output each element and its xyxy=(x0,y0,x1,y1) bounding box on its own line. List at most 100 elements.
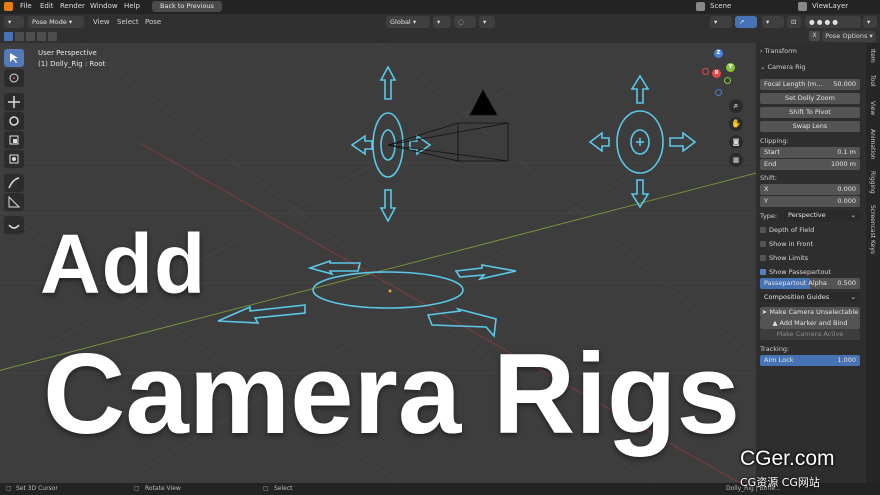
composition-guides-dropdown[interactable]: Composition Guides ⌄ xyxy=(760,292,860,303)
type-value: Perspective xyxy=(788,211,826,219)
shading-toggle[interactable]: ⊡ xyxy=(787,16,801,28)
menu-window[interactable]: Window xyxy=(90,2,118,10)
mode-dropdown[interactable]: Pose Mode ▾ xyxy=(28,16,84,28)
swap-lens-button[interactable]: Swap Lens xyxy=(760,121,860,132)
make-camera-active-button[interactable]: Make Camera Active xyxy=(760,329,860,340)
pan-hand-icon[interactable]: ✋ xyxy=(729,117,743,131)
scale-tool[interactable] xyxy=(4,131,24,149)
gizmo-neg-z-icon[interactable] xyxy=(715,89,722,96)
shift-y-label: Y xyxy=(764,197,768,205)
snap-toggle[interactable]: ◌ xyxy=(454,16,476,28)
depth-of-field-checkbox[interactable]: Depth of Field xyxy=(760,226,814,234)
view-layer-selector[interactable]: ViewLayer xyxy=(812,2,848,10)
xray-toggle[interactable]: ↗ xyxy=(735,16,757,28)
editor-type-dropdown[interactable]: ▾ xyxy=(4,16,24,28)
set-dolly-zoom-button[interactable]: Set Dolly Zoom xyxy=(760,93,860,104)
make-camera-unselectable-button[interactable]: ➤ Make Camera Unselectable xyxy=(760,307,860,318)
close-icon[interactable]: X xyxy=(809,31,820,41)
grid-view-icon[interactable]: ▦ xyxy=(729,153,743,167)
show-passepartout-checkbox[interactable]: Show Passepartout xyxy=(760,268,831,276)
type-dropdown[interactable]: Perspective ⌄ xyxy=(784,210,860,221)
pose-options-dropdown[interactable]: Pose Options ▾ xyxy=(822,31,876,42)
cursor-tool[interactable] xyxy=(4,69,24,87)
shading-options[interactable]: ▾ xyxy=(863,16,877,28)
camera-view-icon[interactable]: ◙ xyxy=(729,135,743,149)
clip-end-field[interactable]: End 1000 m xyxy=(760,159,860,170)
transform-section-header[interactable]: › Transform xyxy=(760,47,797,55)
shift-y-field[interactable]: Y 0.000 xyxy=(760,196,860,207)
rotate-tool[interactable] xyxy=(4,112,24,130)
clipping-label: Clipping: xyxy=(760,137,789,145)
3d-viewport[interactable]: User Perspective (1) Dolly_Rig : Root Z … xyxy=(0,43,756,483)
tab-rigging[interactable]: Rigging xyxy=(869,171,876,194)
passepartout-alpha-slider[interactable]: Passepartout Alpha 0.500 xyxy=(760,278,860,289)
blender-logo-icon[interactable] xyxy=(4,2,13,11)
overlay-title-line1: Add xyxy=(40,217,207,311)
zoom-icon[interactable]: ⌕ xyxy=(729,99,743,113)
pose-tool[interactable] xyxy=(4,216,24,234)
orientation-label: Global xyxy=(390,18,411,26)
select-invert-icon[interactable] xyxy=(37,32,46,41)
aim-lock-slider[interactable]: Aim Lock 1.000 xyxy=(760,355,860,366)
add-marker-and-bind-button[interactable]: ▲ Add Marker and Bind xyxy=(760,318,860,329)
select-subtract-icon[interactable] xyxy=(26,32,35,41)
clip-start-field[interactable]: Start 0.1 m xyxy=(760,147,860,158)
menu-file[interactable]: File xyxy=(20,2,32,10)
orientation-dropdown[interactable]: Global ▾ xyxy=(386,16,430,28)
pivot-dropdown[interactable]: ▾ xyxy=(433,16,451,28)
select-box-tool[interactable] xyxy=(4,49,24,67)
menu-help[interactable]: Help xyxy=(124,2,140,10)
shift-x-field[interactable]: X 0.000 xyxy=(760,184,860,195)
menu-render[interactable]: Render xyxy=(60,2,85,10)
checkbox-icon xyxy=(760,227,766,233)
overlays-toggle[interactable]: ▾ xyxy=(762,16,784,28)
clip-end-label: End xyxy=(764,160,777,168)
mouse-right-icon: ▢ xyxy=(263,485,269,492)
camera-rig-section-header[interactable]: ⌄ Camera Rig xyxy=(760,63,806,71)
tab-tool[interactable]: Tool xyxy=(869,75,876,87)
select-intersect-icon[interactable] xyxy=(48,32,57,41)
passepartout-alpha-value: 0.500 xyxy=(837,279,856,287)
watermark-main: CGer.com xyxy=(740,447,835,470)
menu-pose[interactable]: Pose xyxy=(145,18,161,26)
tab-view[interactable]: View xyxy=(869,101,876,115)
menu-select[interactable]: Select xyxy=(117,18,139,26)
shift-to-pivot-button[interactable]: Shift To Pivot xyxy=(760,107,860,118)
mode-label: Pose Mode xyxy=(32,18,67,26)
select-new-icon[interactable] xyxy=(4,32,13,41)
navigation-gizmo[interactable]: Z Y X xyxy=(696,49,740,97)
show-in-front-checkbox[interactable]: Show in Front xyxy=(760,240,813,248)
scene-selector[interactable]: Scene xyxy=(710,2,731,10)
proportional-toggle[interactable]: ▾ xyxy=(479,16,495,28)
focal-length-field[interactable]: Focal Length (m... 50.000 xyxy=(760,79,860,90)
gizmo-x-icon[interactable]: X xyxy=(712,69,721,78)
menu-view[interactable]: View xyxy=(93,18,110,26)
gizmo-neg-x-icon[interactable] xyxy=(702,68,709,75)
transform-tool[interactable] xyxy=(4,150,24,168)
tool-settings-bar xyxy=(0,30,760,43)
shift-x-label: X xyxy=(764,185,769,193)
tab-screencast-keys[interactable]: Screencast Keys xyxy=(869,205,876,254)
gizmo-z-icon[interactable]: Z xyxy=(714,49,723,58)
tab-animation[interactable]: Animation xyxy=(869,129,876,160)
mouse-middle-icon: ▢ xyxy=(134,485,140,492)
type-label: Type: xyxy=(760,212,778,220)
status-left: Set 3D Cursor xyxy=(16,485,58,492)
checkbox-icon xyxy=(760,241,766,247)
shading-modes[interactable]: ● ● ● ● xyxy=(805,16,861,28)
gizmo-neg-y-icon[interactable] xyxy=(724,77,731,84)
mouse-left-icon: ▢ xyxy=(6,485,12,492)
select-extend-icon[interactable] xyxy=(15,32,24,41)
show-gizmo-toggle[interactable]: ▾ xyxy=(710,16,732,28)
annotate-tool[interactable] xyxy=(4,174,24,192)
measure-tool[interactable] xyxy=(4,193,24,211)
status-right: Select xyxy=(274,485,293,492)
gizmo-y-icon[interactable]: Y xyxy=(726,63,735,72)
back-to-previous-button[interactable]: Back to Previous xyxy=(152,1,222,12)
show-limits-checkbox[interactable]: Show Limits xyxy=(760,254,808,262)
move-tool[interactable] xyxy=(4,93,24,111)
tab-item[interactable]: Item xyxy=(869,49,876,63)
overlay-title-line2: Camera Rigs xyxy=(43,331,740,458)
menu-edit[interactable]: Edit xyxy=(40,2,54,10)
shift-label: Shift: xyxy=(760,174,777,182)
